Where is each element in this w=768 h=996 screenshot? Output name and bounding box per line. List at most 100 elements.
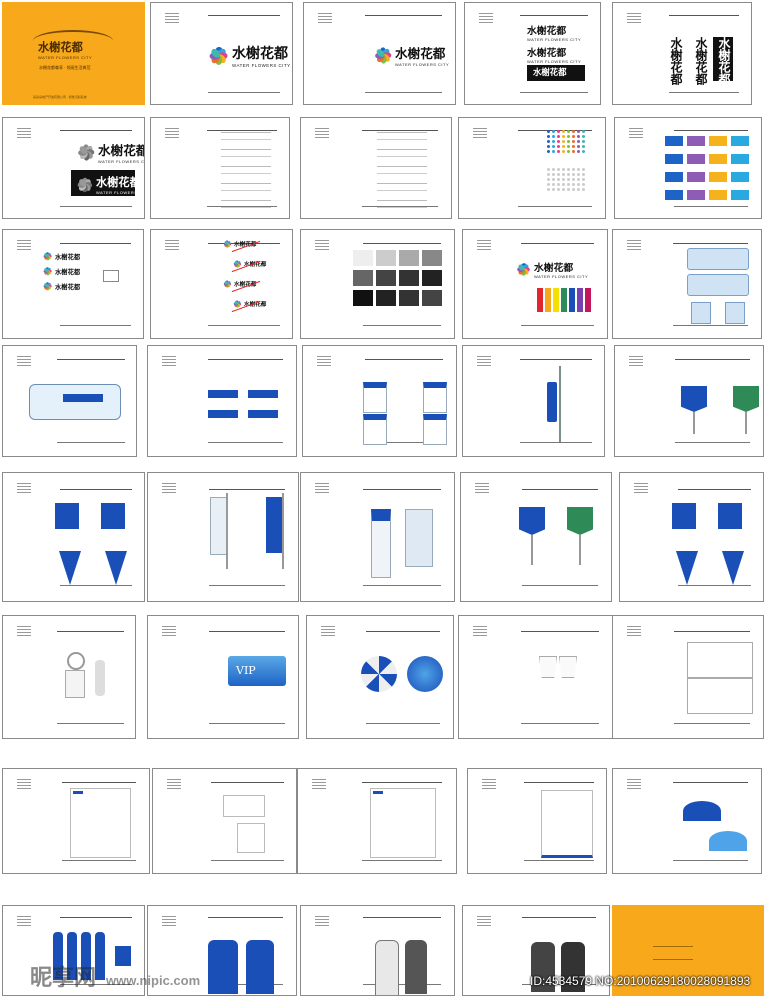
display-board xyxy=(363,414,387,445)
page-bottom-rule xyxy=(675,442,750,444)
brand-name-cn: 水榭花都 xyxy=(527,48,567,59)
text-block xyxy=(221,166,271,174)
letterhead-sheet xyxy=(69,788,131,858)
pattern-dot xyxy=(577,173,580,176)
page-thumbnail-logo-variants[interactable]: 水榭花都 水榭花都 水榭花都 xyxy=(2,229,144,339)
pole-banner xyxy=(266,497,282,553)
pattern-dot xyxy=(567,145,570,148)
page-thumbnail-wrong-uses[interactable]: 水榭花都水榭花都水榭花都水榭花都 xyxy=(150,229,293,339)
page-thumbnail-logo-color-gray[interactable]: 水榭花都 WATER FLOWERS CITY xyxy=(303,2,456,105)
pattern-dot xyxy=(577,140,580,143)
pattern-dot xyxy=(547,130,550,133)
page-bottom-rule xyxy=(678,584,751,586)
brand-name-cn: 水榭花都 xyxy=(38,40,83,54)
page-header-note xyxy=(479,13,493,25)
brand-name-vertical: 水榭花都 xyxy=(717,37,731,85)
page-thumbnail-uniform-set[interactable] xyxy=(2,905,145,996)
brand-logo: 水榭花都WATER FLOWERS CITY xyxy=(77,174,144,195)
pattern-dot xyxy=(577,145,580,148)
page-thumbnail-suits-blue[interactable] xyxy=(147,905,297,996)
text-block xyxy=(221,149,271,157)
page-thumbnail-text-lines[interactable] xyxy=(300,117,452,219)
page-top-rule xyxy=(62,781,137,783)
page-top-rule xyxy=(60,130,132,132)
color-swatch xyxy=(731,190,749,200)
brand-name-en: WATER FLOWERS CITY xyxy=(232,63,291,68)
pole xyxy=(226,493,228,569)
page-thumbnail-caps[interactable] xyxy=(612,768,762,874)
page-thumbnail-pole[interactable] xyxy=(462,345,605,457)
gray-swatch xyxy=(353,290,373,306)
page-thumbnail-logo-vertical[interactable]: 水榭花都 水榭花都 水榭花都 xyxy=(612,2,752,105)
cup-icon xyxy=(559,656,577,678)
brand-name-vertical: 水榭花都 xyxy=(669,37,683,85)
page-header-note xyxy=(315,128,329,140)
pattern-dot xyxy=(582,178,585,181)
page-thumbnail-color-bars[interactable]: 水榭花都 WATER FLOWERS CITY xyxy=(462,229,608,339)
brand-name-cn: 水榭花都 xyxy=(395,46,446,61)
page-thumbnail-signs[interactable] xyxy=(147,345,297,457)
sign-board xyxy=(208,410,238,418)
page-thumbnail-logo-stacked[interactable]: 水榭花都 WATER FLOWERS CITY 水榭花都 WATER FLOWERS … xyxy=(464,2,601,105)
letterhead-sheet xyxy=(370,788,436,858)
brand-logo: 水榭花都WATER FLOWERS CITY xyxy=(374,43,449,67)
pattern-dot xyxy=(577,150,580,153)
page-thumbnail-pole-banners[interactable] xyxy=(147,472,299,602)
uniform-icon xyxy=(53,932,63,980)
brand-name-en: WATER FLOWERS CITY xyxy=(38,55,93,60)
pattern-dot xyxy=(572,168,575,171)
business-card xyxy=(223,795,265,817)
page-thumbnail-keychain[interactable] xyxy=(2,615,136,739)
page-thumbnail-logo-bw[interactable]: 水榭花都WATER FLOWERS CITY水榭花都WATER FLOWERS … xyxy=(2,117,145,219)
page-header-note xyxy=(165,128,179,140)
page-thumbnail-vip-card[interactable]: VIP xyxy=(147,615,299,739)
page-bottom-rule xyxy=(669,91,739,93)
pattern-dot xyxy=(582,135,585,138)
page-thumbnail-banner-triangle[interactable] xyxy=(2,472,145,602)
page-thumbnail-umbrellas[interactable] xyxy=(306,615,454,739)
page-thumbnail-pattern[interactable] xyxy=(458,117,606,219)
page-thumbnail-bus-side[interactable] xyxy=(2,345,137,457)
page-thumbnail-letterhead[interactable] xyxy=(297,768,457,874)
flower-logo-icon xyxy=(223,240,231,248)
color-swatch xyxy=(709,136,727,146)
page-thumbnail-letterhead-blue[interactable] xyxy=(467,768,607,874)
page-thumbnail-suits-gray[interactable] xyxy=(300,905,455,996)
page-thumbnail-logo-color[interactable]: 水榭花都 WATER FLOWERS CITY xyxy=(150,2,293,105)
page-thumbnail-door-sign[interactable] xyxy=(300,472,455,602)
gray-swatch xyxy=(353,270,373,286)
page-top-rule xyxy=(57,359,125,361)
vip-card: VIP xyxy=(228,656,286,686)
wall-sign xyxy=(405,509,433,567)
page-thumbnail-banner-triangle[interactable] xyxy=(619,472,764,602)
page-thumbnail-cover-end[interactable] xyxy=(612,905,764,996)
pattern-dot xyxy=(547,135,550,138)
pattern-dot xyxy=(557,168,560,171)
page-thumbnail-envelope[interactable] xyxy=(612,615,764,739)
page-thumbnail-flags-pair-2[interactable] xyxy=(460,472,612,602)
page-thumbnail-flags-pair[interactable] xyxy=(614,345,764,457)
page-thumbnail-cups[interactable] xyxy=(458,615,613,739)
logo-text: 水榭花都WATER FLOWERS CITY xyxy=(232,43,291,68)
page-header-note xyxy=(17,626,31,638)
page-thumbnail-biz-cards[interactable] xyxy=(152,768,297,874)
flower-logo-icon xyxy=(43,252,52,261)
page-thumbnail-cover[interactable]: 水榭花都 WATER FLOWERS CITY 水榭花都尊享 · 领阅生活典范 某某房… xyxy=(2,2,145,105)
door-sign xyxy=(371,509,391,578)
page-thumbnail-swatches[interactable] xyxy=(614,117,762,219)
page-thumbnail-text-lines[interactable] xyxy=(150,117,290,219)
pattern-dot xyxy=(572,150,575,153)
page-top-rule xyxy=(60,916,132,918)
page-thumbnail-boards[interactable] xyxy=(302,345,457,457)
triangle-banner xyxy=(105,551,127,585)
pattern-dot xyxy=(562,140,565,143)
page-top-rule xyxy=(519,15,589,17)
flag-icon xyxy=(567,507,593,535)
logo-text: 水榭花都 xyxy=(55,267,80,276)
page-thumbnail-suits-vest[interactable] xyxy=(462,905,610,996)
page-thumbnail-bus[interactable] xyxy=(612,229,762,339)
pattern-dot xyxy=(572,145,575,148)
page-thumbnail-gray-grid[interactable] xyxy=(300,229,455,339)
pattern-dot xyxy=(547,183,550,186)
page-thumbnail-letterhead[interactable] xyxy=(2,768,150,874)
